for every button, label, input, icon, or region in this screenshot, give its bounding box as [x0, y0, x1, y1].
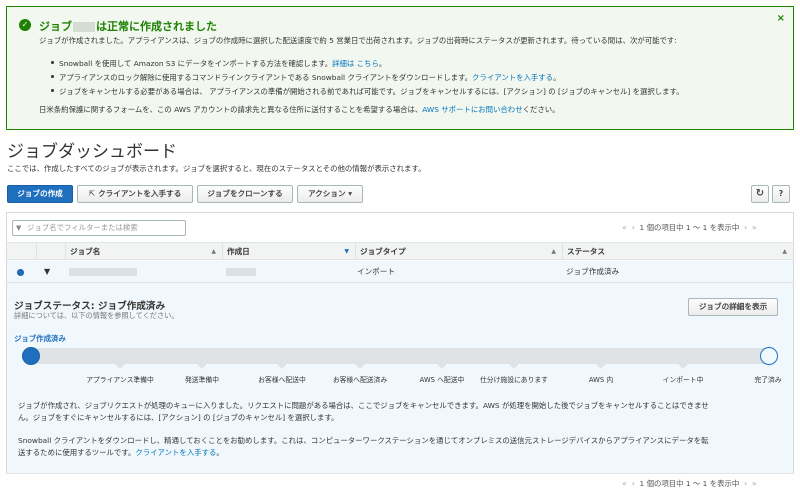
success-check-icon: ✓ [19, 19, 31, 31]
status-description-line1: ジョブが作成され、ジョブリクエストが処理のキューに入りました。リクエストに問題が… [18, 401, 709, 410]
last-page-icon[interactable]: » [752, 479, 757, 488]
select-column-header [7, 243, 36, 260]
progress-stage-label: お客様へ配送済み [332, 376, 388, 384]
column-header-job-type[interactable]: ジョブタイプ ▲ [355, 243, 562, 260]
search-input[interactable]: ▼ ジョブ名でフィルターまたは検索 [12, 220, 186, 236]
progress-stage-label: インポート中 [662, 376, 704, 384]
progress-stage-marker [355, 364, 365, 369]
actions-dropdown[interactable]: アクション ▾ [297, 185, 363, 203]
first-page-icon[interactable]: « [622, 223, 627, 232]
progress-stage-label: 発送準備中 [185, 376, 219, 384]
banner-list-item: アプライアンスのロック解除に使用するコマンドラインクライアントである Snowb… [51, 72, 684, 86]
page-description: ここでは、作成したすべてのジョブが表示されます。ジョブを選択すると、現在のステー… [7, 164, 426, 173]
refresh-icon: ↻ [755, 188, 765, 199]
progress-stage-marker [437, 364, 447, 369]
sort-icon: ▲ [211, 248, 216, 255]
progress-stage-label: お客様へ配送中 [258, 376, 306, 384]
column-header-created[interactable]: 作成日 ▼ [222, 243, 355, 260]
job-type-cell: インポート [357, 267, 395, 276]
table-header: ジョブ名 ▲ 作成日 ▼ ジョブタイプ ▲ ステータス ▲ [7, 242, 793, 260]
last-page-icon[interactable]: » [752, 223, 757, 232]
status-cell: ジョブ作成済み [566, 267, 620, 276]
sort-desc-icon: ▼ [344, 248, 349, 255]
next-page-icon[interactable]: › [744, 223, 747, 232]
progress-stage-marker [115, 364, 125, 369]
refresh-button[interactable]: ↻ [751, 185, 769, 203]
create-job-button[interactable]: ジョブの作成 [7, 185, 73, 203]
job-status-title: ジョブステータス: ジョブ作成済み [14, 301, 166, 312]
banner-list-item: Snowball を使用して Amazon S3 にデータをインポートする方法を… [51, 58, 684, 72]
banner-title: ジョブ は正常に作成されました [39, 20, 217, 33]
progress-stage-label: 完了済み [754, 376, 782, 384]
view-job-details-button[interactable]: ジョブの詳細を表示 [688, 298, 778, 316]
progress-stage-label: AWS へ配送中 [419, 376, 465, 384]
banner-list-item: ジョブをキャンセルする必要がある場合は、 アプライアンスの準備が開始される前であ… [51, 86, 684, 100]
learn-more-link[interactable]: 詳細は こちら [332, 59, 379, 68]
help-button[interactable]: ? [772, 185, 790, 203]
column-header-status[interactable]: ステータス ▲ [562, 243, 793, 260]
next-page-icon[interactable]: › [744, 479, 747, 488]
progress-stage-marker [197, 364, 207, 369]
first-page-icon[interactable]: « [622, 479, 627, 488]
pagination-top: « ‹ 1 個の項目中 1 〜 1 を表示中 › » [622, 223, 757, 232]
progress-end-node [760, 347, 778, 365]
expand-column-header [36, 243, 65, 260]
help-icon: ? [778, 189, 784, 198]
progress-stage-marker [678, 364, 688, 369]
contact-support-link[interactable]: AWS サポートにお問い合わせ [422, 105, 522, 114]
client-info-line2: 送するために使用するツールです。クライアントを入手する。 [18, 448, 224, 457]
progress-track [22, 348, 778, 364]
sort-icon: ▲ [782, 248, 787, 255]
get-client-button[interactable]: ⇱ クライアントを入手する [77, 185, 193, 203]
progress-stage-label: 仕分け施設にあります [480, 376, 548, 384]
prev-page-icon[interactable]: ‹ [632, 223, 635, 232]
prev-page-icon[interactable]: ‹ [632, 479, 635, 488]
current-status-label: ジョブ作成済み [14, 334, 66, 343]
banner-support-message: 日米条約保護に関するフォームを、この AWS アカウントの請求先と異なる住所に送… [39, 105, 560, 114]
job-status-subtitle: 詳細については、以下の情報を参照してください。 [14, 311, 179, 320]
banner-message: ジョブが作成されました。アプライアンスは、ジョブの作成時に選択した配送速度で約 … [39, 36, 677, 45]
get-client-link[interactable]: クライアントを入手する [472, 73, 553, 82]
page-title: ジョブダッシュボード [7, 142, 177, 162]
redacted-job-name [73, 22, 95, 32]
status-description-line2: ん。ジョブをすぐにキャンセルするには、[アクション] の [ジョブのキャンセル]… [18, 413, 339, 422]
progress-stage-marker [277, 364, 287, 369]
expand-caret-icon[interactable]: ▼ [44, 267, 50, 276]
table-divider [7, 473, 793, 474]
progress-start-node [22, 347, 40, 365]
filter-icon: ▼ [16, 224, 22, 232]
pagination-bottom: « ‹ 1 個の項目中 1 〜 1 を表示中 › » [622, 479, 757, 488]
sort-icon: ▲ [551, 248, 556, 255]
progress-stage-marker [509, 364, 519, 369]
clone-job-button[interactable]: ジョブをクローンする [197, 185, 293, 203]
row-select-radio[interactable] [17, 269, 24, 276]
column-header-job-name[interactable]: ジョブ名 ▲ [65, 243, 222, 260]
external-link-icon: ⇱ [88, 189, 96, 198]
banner-list: Snowball を使用して Amazon S3 にデータをインポートする方法を… [51, 58, 684, 100]
progress-stage-label: アプライアンス準備中 [86, 376, 154, 384]
client-info-line1: Snowball クライアントをダウンロードし、精通しておくことをお勧めします。… [18, 436, 709, 445]
progress-stage-marker [596, 364, 606, 369]
chevron-down-icon: ▾ [348, 189, 353, 198]
get-client-link[interactable]: クライアントを入手する [135, 448, 216, 457]
success-banner: ✓ × ジョブ は正常に作成されました ジョブが作成されました。アプライアンスは、… [6, 6, 794, 130]
redacted-created-date [226, 268, 256, 276]
table-row[interactable]: ▼ インポート ジョブ作成済み [7, 261, 793, 283]
progress-stage-label: AWS 内 [588, 376, 614, 384]
redacted-job-name [69, 268, 137, 276]
close-icon[interactable]: × [777, 13, 785, 24]
